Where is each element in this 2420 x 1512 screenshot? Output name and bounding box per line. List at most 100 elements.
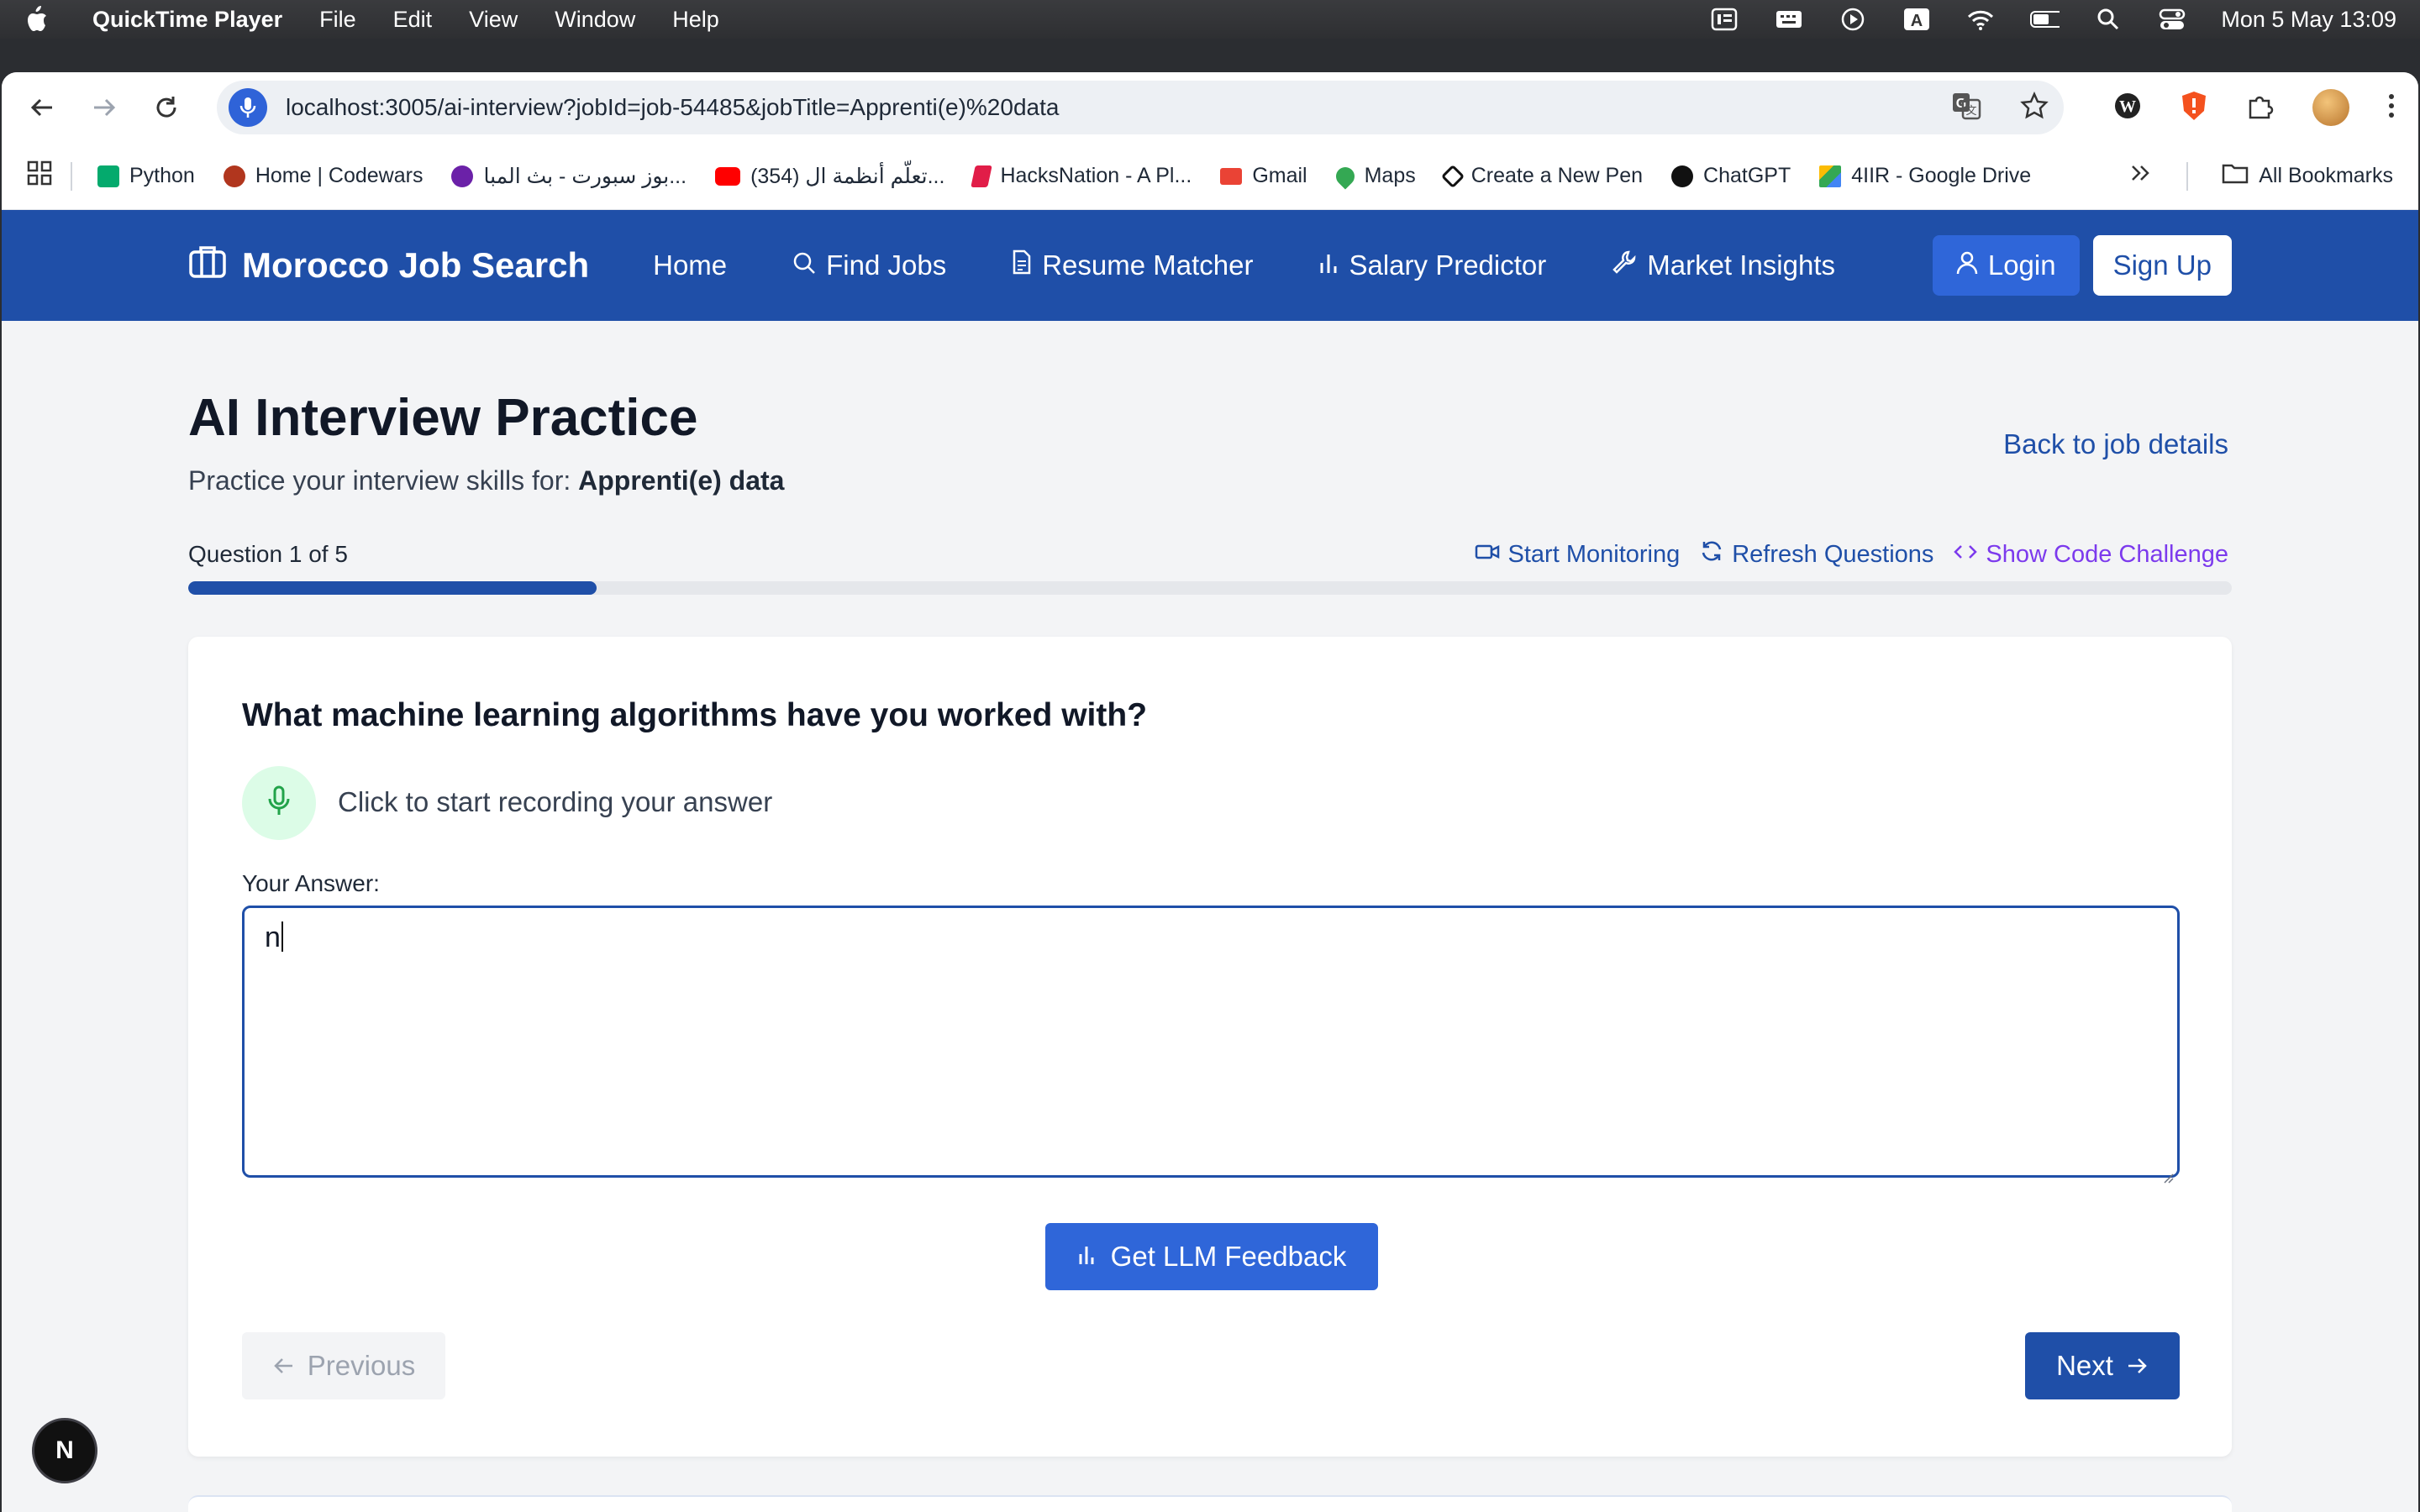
address-bar[interactable]: localhost:3005/ai-interview?jobId=job-54…: [217, 81, 2064, 134]
login-button[interactable]: Login: [1932, 235, 2080, 296]
menu-help[interactable]: Help: [672, 7, 719, 33]
brand-logo[interactable]: Morocco Job Search: [188, 244, 589, 287]
brave-shield-icon[interactable]: [2180, 90, 2208, 126]
bar-chart-icon: [1318, 249, 1339, 281]
back-arrow-icon[interactable]: [24, 89, 60, 126]
control-center-icon[interactable]: [2157, 7, 2187, 32]
site-header: Morocco Job Search Home Find Jobs Resume…: [2, 210, 2418, 321]
bookmark-hacksnation[interactable]: HacksNation - A Pl...: [971, 164, 1192, 188]
bar-chart-icon: [1077, 1241, 1096, 1273]
url-text[interactable]: localhost:3005/ai-interview?jobId=job-54…: [286, 94, 1951, 121]
show-code-challenge-button[interactable]: Show Code Challenge: [1954, 539, 2228, 570]
forward-arrow-icon[interactable]: [86, 89, 123, 126]
w3-icon: [97, 165, 119, 187]
page-title: AI Interview Practice: [188, 389, 698, 447]
nextjs-dev-badge[interactable]: N: [32, 1418, 97, 1483]
play-circle-icon[interactable]: [1838, 7, 1868, 32]
previous-button[interactable]: Previous: [242, 1332, 445, 1399]
briefcase-icon: [188, 244, 227, 287]
reload-icon[interactable]: [148, 89, 185, 126]
start-monitoring-button[interactable]: Start Monitoring: [1475, 539, 1680, 570]
microphone-icon: [266, 785, 292, 822]
browser-window: localhost:3005/ai-interview?jobId=job-54…: [2, 72, 2418, 1512]
codewars-icon: [223, 165, 245, 187]
all-bookmarks[interactable]: All Bookmarks: [2222, 162, 2393, 190]
bookmarks-bar: Python Home | Codewars بوز سبورت - بث ال…: [2, 143, 2418, 210]
translate-icon[interactable]: G文: [1951, 92, 1981, 124]
menu-view[interactable]: View: [469, 7, 518, 33]
battery-icon[interactable]: [2029, 7, 2060, 32]
svg-text:A: A: [1911, 12, 1923, 30]
drive-icon: [1819, 165, 1842, 187]
answer-text: n: [265, 921, 281, 953]
menu-app-name[interactable]: QuickTime Player: [92, 7, 282, 33]
video-camera-icon: [1475, 541, 1500, 569]
maps-icon: [1332, 162, 1359, 190]
keyboard-icon[interactable]: [1774, 7, 1804, 32]
apple-icon[interactable]: [24, 5, 49, 34]
bookmark-star-icon[interactable]: [2020, 91, 2049, 124]
refresh-questions-button[interactable]: Refresh Questions: [1700, 539, 1933, 570]
resize-grip-icon[interactable]: [2160, 1158, 2174, 1184]
voice-search-icon[interactable]: [229, 88, 267, 127]
nav-find-jobs[interactable]: Find Jobs: [792, 249, 946, 281]
brand-name: Morocco Job Search: [242, 245, 590, 285]
wifi-icon[interactable]: [1965, 7, 1996, 32]
browser-toolbar: localhost:3005/ai-interview?jobId=job-54…: [2, 72, 2418, 143]
nav-salary-predictor[interactable]: Salary Predictor: [1318, 249, 1546, 281]
bookmark-youtube[interactable]: (354) تعلّم أنظمة ال...: [715, 164, 944, 189]
hacksnation-icon: [971, 165, 993, 187]
chatgpt-icon: [1671, 165, 1694, 187]
answer-textarea[interactable]: n: [242, 906, 2180, 1184]
extensions-puzzle-icon[interactable]: [2245, 91, 2275, 125]
question-progress-fill: [188, 581, 597, 595]
menu-window[interactable]: Window: [555, 7, 635, 33]
next-button[interactable]: Next: [2025, 1332, 2180, 1399]
more-bookmarks-chevron-icon[interactable]: [2129, 163, 2153, 189]
question-progress-bar: [188, 581, 2232, 595]
back-to-job-details-link[interactable]: Back to job details: [2003, 428, 2228, 460]
record-answer-button[interactable]: [242, 766, 316, 840]
bookmarks-separator: [71, 161, 72, 191]
bookmark-codepen[interactable]: Create a New Pen: [1440, 164, 1643, 188]
bookmark-drive[interactable]: 4IIR - Google Drive: [1819, 164, 2031, 188]
more-menu-icon[interactable]: [2386, 92, 2396, 124]
spotlight-search-icon[interactable]: [2093, 7, 2123, 32]
nav-resume-matcher[interactable]: Resume Matcher: [1012, 249, 1253, 281]
svg-text:文: 文: [1965, 105, 1976, 118]
job-title: Apprenti(e) data: [578, 465, 785, 496]
search-icon: [792, 249, 816, 281]
document-icon: [1012, 249, 1032, 281]
menu-edit[interactable]: Edit: [393, 7, 433, 33]
code-brackets-icon: [1954, 541, 1978, 569]
nav-market-insights[interactable]: Market Insights: [1612, 249, 1835, 281]
user-icon: [1956, 249, 1978, 281]
bookmarks-separator-right: [2186, 161, 2189, 191]
wordpress-extension-icon[interactable]: W: [2112, 91, 2143, 125]
bookmark-gmail[interactable]: Gmail: [1220, 164, 1307, 188]
nav-home[interactable]: Home: [653, 249, 727, 281]
profile-avatar[interactable]: [2312, 89, 2349, 126]
screen-reader-icon[interactable]: [1710, 7, 1740, 32]
record-prompt: Click to start recording your answer: [338, 786, 773, 817]
wrench-icon: [1612, 249, 1637, 281]
menubar-clock[interactable]: Mon 5 May 13:09: [2221, 7, 2396, 33]
bookmark-maps[interactable]: Maps: [1332, 162, 1416, 190]
bookmark-python[interactable]: Python: [97, 164, 195, 188]
menu-file[interactable]: File: [319, 7, 356, 33]
svg-text:W: W: [2119, 97, 2136, 116]
bookmark-chatgpt[interactable]: ChatGPT: [1671, 164, 1791, 188]
question-card: What machine learning algorithms have yo…: [188, 637, 2232, 1457]
get-llm-feedback-button[interactable]: Get LLM Feedback: [1045, 1223, 1378, 1290]
bookmark-codewars[interactable]: Home | Codewars: [223, 164, 423, 188]
bookmark-sport[interactable]: بوز سبورت - بث المبا...: [451, 164, 687, 189]
apps-grid-icon[interactable]: [27, 160, 52, 192]
question-counter: Question 1 of 5: [188, 541, 348, 567]
input-source-icon[interactable]: A: [1902, 7, 1932, 32]
folder-icon: [2222, 162, 2249, 190]
signup-button[interactable]: Sign Up: [2092, 235, 2232, 296]
next-section-card: [188, 1495, 2232, 1512]
gmail-icon: [1220, 167, 1243, 185]
arrow-right-icon: [2127, 1350, 2149, 1382]
question-text: What machine learning algorithms have yo…: [242, 697, 1148, 733]
